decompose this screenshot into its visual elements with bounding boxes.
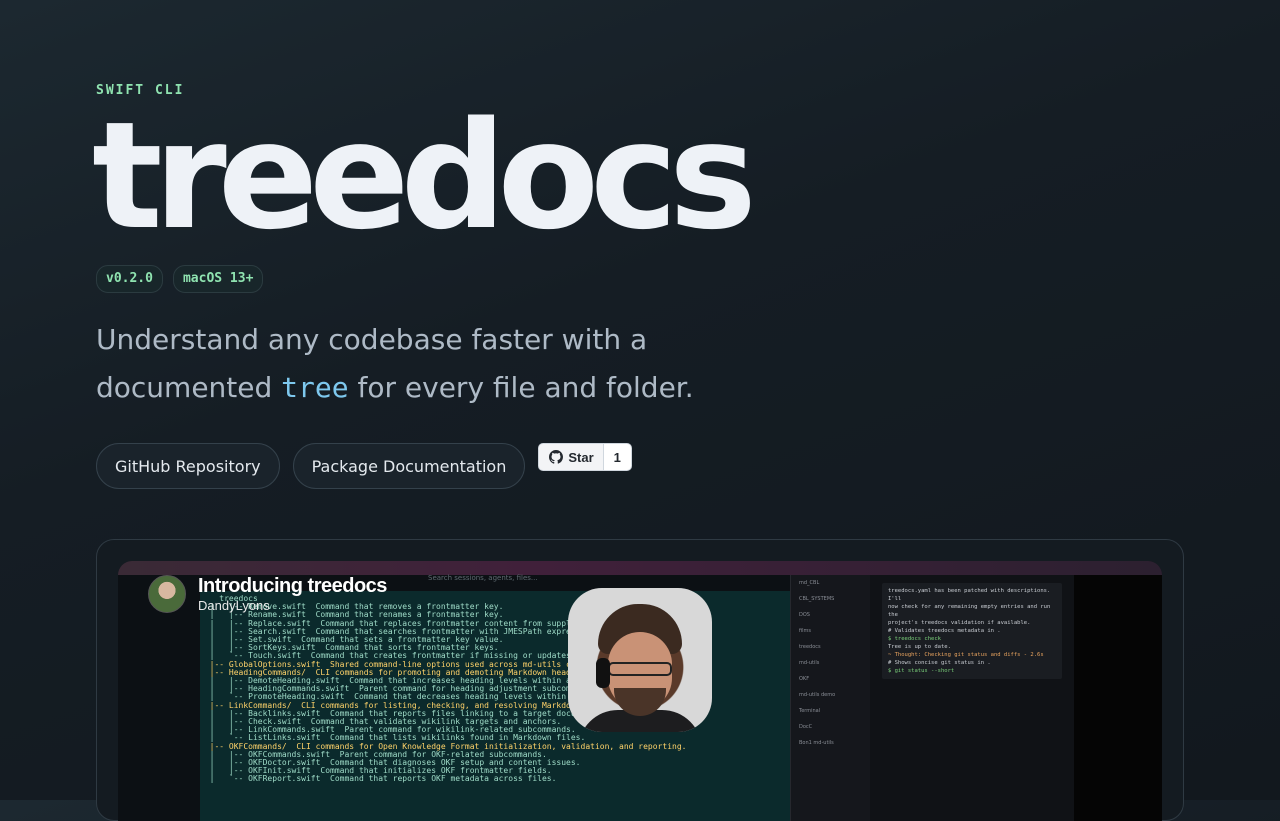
log-line: # Validates treedocs metadata in . [888,628,1001,634]
log-line: # Shows concise git status in . [888,660,991,666]
sidebar-item[interactable]: Bon1 md-utils [791,735,871,751]
video-black-area [1074,575,1162,821]
video-title-overlay: Introducing treedocs DandyLyons [148,575,387,613]
webcam-overlay [568,588,712,732]
star-button[interactable]: Star [538,443,604,471]
sidebar-item[interactable]: DocC [791,719,871,735]
sidebar-item[interactable]: md-utils [791,655,871,671]
sidebar-item[interactable]: films [791,623,871,639]
video-frame: Search sessions, agents, files... treedo… [96,539,1184,821]
version-badges: v0.2.0 macOS 13+ [96,265,264,293]
sidebar-item[interactable]: OKF [791,671,871,687]
github-star-widget[interactable]: Star 1 [538,443,632,471]
platform-badge: macOS 13+ [172,265,264,293]
log-line: $ treedocs check [888,636,941,642]
tagline: Understand any codebase faster with a do… [96,316,796,412]
log-line: ~ Thought: Checking git status and diffs… [888,652,1044,658]
sidebar-item[interactable]: Terminal [791,703,871,719]
star-count[interactable]: 1 [603,443,632,471]
hero-actions: GitHub Repository Package Documentation … [96,443,632,489]
video-player[interactable]: Search sessions, agents, files... treedo… [118,561,1162,821]
video-sidebar: md_CBL CBL_SYSTEMS DOS films treedocs md-util… [790,575,871,821]
video-app-bar [118,561,1162,575]
sidebar-item[interactable]: treedocs [791,639,871,655]
channel-avatar[interactable] [148,575,186,613]
log-line: treedocs.yaml has been patched with desc… [888,588,1051,602]
github-icon [549,450,564,464]
log-block: treedocs.yaml has been patched with desc… [882,583,1062,679]
package-documentation-button[interactable]: Package Documentation [292,443,526,489]
sidebar-item[interactable]: md-utils demo [791,687,871,703]
github-repository-button[interactable]: GitHub Repository [96,443,280,489]
sidebar-item[interactable]: DOS [791,607,871,623]
video-right-panel: treedocs.yaml has been patched with desc… [870,575,1074,821]
log-line: Tree is up to date. [888,644,951,650]
log-line: now check for any remaining empty entrie… [888,604,1051,618]
log-line: project's treedocs validation if availab… [888,620,1031,626]
search-field: Search sessions, agents, files... [428,574,538,582]
tagline-suffix: for every file and folder. [348,371,694,404]
terminal-line: | `-- OKFReport.swift Command that repor… [200,774,557,784]
page-title: treedocs [92,90,757,262]
star-label: Star [568,449,594,465]
tagline-code: tree [281,371,349,404]
video-author[interactable]: DandyLyons [198,598,387,613]
video-title[interactable]: Introducing treedocs [198,575,387,598]
sidebar-item[interactable]: CBL_SYSTEMS [791,591,871,607]
sidebar-item[interactable]: md_CBL [791,575,871,591]
version-badge: v0.2.0 [96,265,163,293]
log-line: $ git status --short [888,668,955,674]
